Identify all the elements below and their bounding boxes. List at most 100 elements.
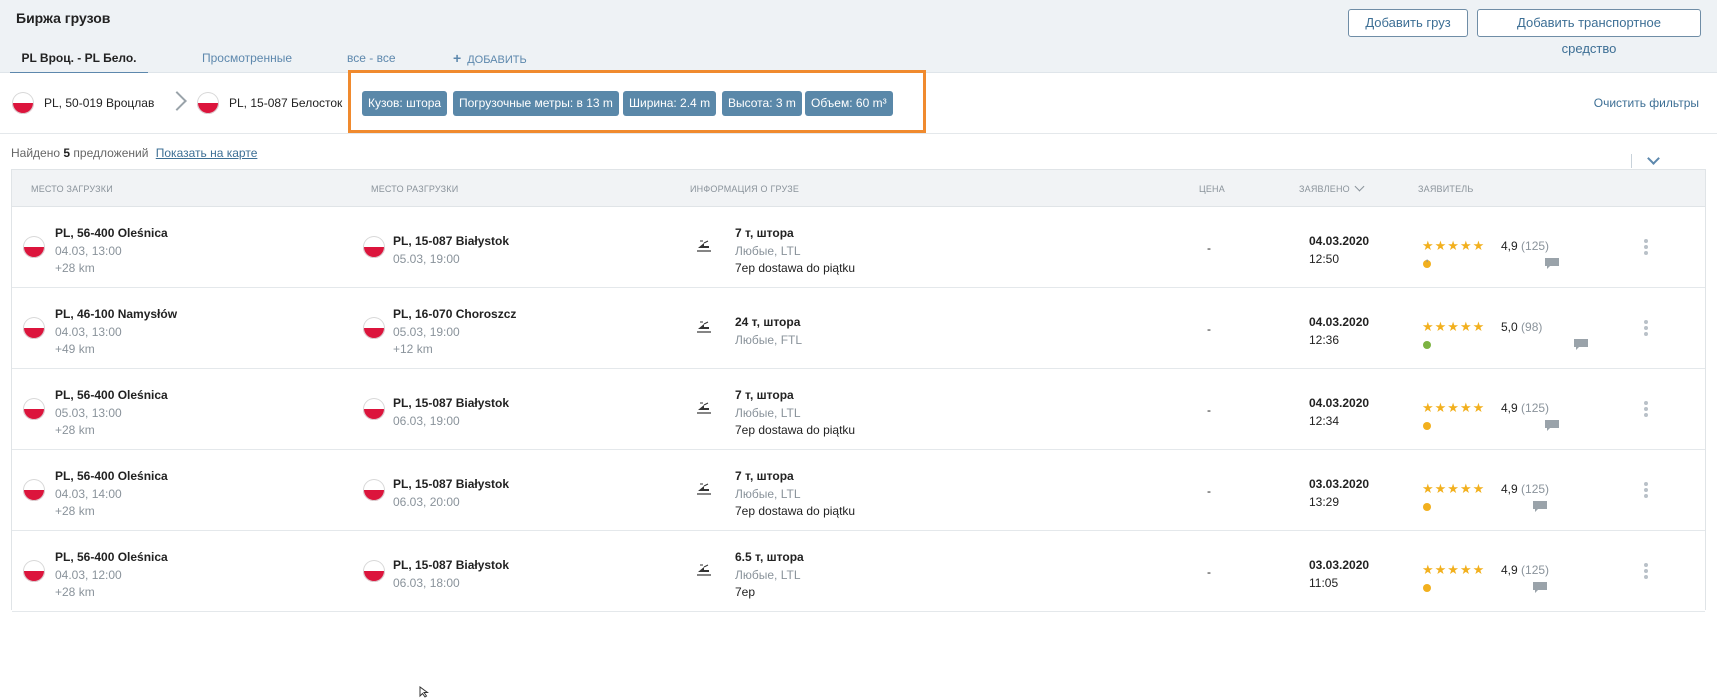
filter-chip-height[interactable]: Высота: 3 m [722,91,802,116]
column-price[interactable]: ЦЕНА [1199,184,1225,194]
load-distance: +28 km [55,261,95,275]
page-header: Биржа грузов Добавить груз Добавить тран… [0,0,1717,75]
table-header: МЕСТО ЗАГРУЗКИ МЕСТО РАЗГРУЗКИ ИНФОРМАЦИ… [12,170,1705,207]
column-load[interactable]: МЕСТО ЗАГРУЗКИ [31,184,113,194]
tab-viewed[interactable]: Просмотренные [202,49,292,72]
load-place[interactable]: PL, 56-400 Oleśnica [55,388,168,402]
load-distance: +28 km [55,504,95,518]
table-row[interactable]: PL, 56-400 Oleśnica 04.03, 14:00 +28 km … [12,450,1705,531]
column-declared[interactable]: ЗАЯВЛЕНО [1299,181,1365,194]
rating-count: (125) [1521,401,1550,415]
rating-value: 4,9 [1501,563,1518,577]
poland-flag-icon [363,479,385,501]
unload-place[interactable]: PL, 15-087 Białystok [393,558,509,572]
message-icon[interactable] [1533,501,1547,512]
truck-icon [695,563,713,577]
truck-icon [695,401,713,415]
more-options-icon[interactable] [1644,239,1648,255]
unload-time: 06.03, 18:00 [393,576,460,590]
rating-stars-icon: ★★★★★ [1422,238,1486,253]
load-place[interactable]: PL, 56-400 Oleśnica [55,550,168,564]
sort-down-icon [1354,181,1365,192]
declared-date: 03.03.2020 [1309,477,1370,491]
more-options-icon[interactable] [1644,563,1648,579]
clear-filters-link[interactable]: Очистить фильтры [1594,96,1699,110]
table-row[interactable]: PL, 56-400 Oleśnica 05.03, 13:00 +28 km … [12,369,1705,450]
unload-distance: +12 km [393,342,433,356]
filter-chip-volume[interactable]: Объем: 60 m³ [805,91,893,116]
declared-time: 12:50 [1309,252,1340,266]
table-row[interactable]: PL, 56-400 Oleśnica 04.03, 13:00 +28 km … [12,207,1705,288]
unload-place[interactable]: PL, 15-087 Białystok [393,477,509,491]
tab-add-label: ДОБАВИТЬ [467,54,527,66]
truck-icon [695,239,713,253]
chevron-right-icon [167,91,187,111]
column-company[interactable]: ЗАЯВИТЕЛЬ [1418,184,1474,194]
unload-place[interactable]: PL, 15-087 Białystok [393,396,509,410]
poland-flag-icon [23,560,45,582]
filter-chip-body[interactable]: Кузов: штора [362,91,448,116]
declared-time: 13:29 [1309,495,1340,509]
poland-flag-icon [12,92,34,114]
poland-flag-icon [363,317,385,339]
filter-chip-loading-meters[interactable]: Погрузочные метры: в 13 m [453,91,619,116]
load-time: 05.03, 13:00 [55,406,122,420]
unload-place[interactable]: PL, 15-087 Białystok [393,234,509,248]
price: - [1207,484,1211,498]
results-count: 5 [63,146,71,160]
origin-location[interactable]: PL, 50-019 Вроцлав [44,96,154,110]
cargo-title[interactable]: 7 т, штора [735,388,794,402]
rating-stars-icon: ★★★★★ [1422,400,1486,415]
table-row[interactable]: PL, 56-400 Oleśnica 04.03, 12:00 +28 km … [12,531,1705,612]
message-icon[interactable] [1574,339,1588,350]
cargo-type: Любые, LTL [735,568,801,582]
rating-stars-icon: ★★★★★ [1422,562,1486,577]
poland-flag-icon [23,479,45,501]
more-options-icon[interactable] [1644,320,1648,336]
cargo-title[interactable]: 6.5 т, штора [735,550,804,564]
message-icon[interactable] [1545,258,1559,269]
cargo-note: 7ep dostawa do piątku [735,261,856,275]
unload-time: 05.03, 19:00 [393,325,460,339]
unload-place[interactable]: PL, 16-070 Choroszcz [393,307,516,321]
declared-date: 04.03.2020 [1309,396,1370,410]
load-place[interactable]: PL, 56-400 Oleśnica [55,469,168,483]
page-title: Биржа грузов [16,10,111,26]
message-icon[interactable] [1533,582,1547,593]
load-place[interactable]: PL, 46-100 Namysłów [55,307,177,321]
rating-value: 4,9 [1501,482,1518,496]
more-options-icon[interactable] [1644,401,1648,417]
load-time: 04.03, 14:00 [55,487,122,501]
cargo-title[interactable]: 7 т, штора [735,226,794,240]
show-on-map-link[interactable]: Показать на карте [156,146,258,160]
table-row[interactable]: PL, 46-100 Namysłów 04.03, 13:00 +49 km … [12,288,1705,369]
message-icon[interactable] [1545,420,1559,431]
tab-search-wro-bia[interactable]: PL Вроц. - PL Бело. [10,49,148,75]
load-place[interactable]: PL, 56-400 Oleśnica [55,226,168,240]
plus-icon: + [453,50,462,66]
cargo-title[interactable]: 24 т, штора [735,315,800,329]
more-options-icon[interactable] [1644,482,1648,498]
tab-add[interactable]: + ДОБАВИТЬ [453,49,527,72]
poland-flag-icon [23,398,45,420]
column-cargo[interactable]: ИНФОРМАЦИЯ О ГРУЗЕ [690,184,799,194]
add-cargo-button[interactable]: Добавить груз [1348,9,1468,37]
company-rating[interactable]: 4,9 (125) [1501,239,1549,253]
company-rating[interactable]: 4,9 (125) [1501,563,1549,577]
destination-location[interactable]: PL, 15-087 Белосток [229,96,342,110]
add-vehicle-button[interactable]: Добавить транспортное средство [1477,9,1701,56]
chevron-down-icon[interactable] [1647,152,1660,165]
company-rating[interactable]: 4,9 (125) [1501,482,1549,496]
company-rating[interactable]: 5,0 (98) [1501,320,1542,334]
rating-count: (125) [1521,482,1550,496]
filter-chip-width[interactable]: Ширина: 2.4 m [623,91,717,116]
tab-all-all[interactable]: все - все [347,49,396,72]
cargo-type: Любые, LTL [735,487,801,501]
cargo-title[interactable]: 7 т, штора [735,469,794,483]
results-summary: Найдено 5 предложений Показать на карте [11,146,257,160]
declared-time: 12:36 [1309,333,1340,347]
load-distance: +49 km [55,342,95,356]
column-unload[interactable]: МЕСТО РАЗГРУЗКИ [371,184,458,194]
load-distance: +28 km [55,585,95,599]
company-rating[interactable]: 4,9 (125) [1501,401,1549,415]
